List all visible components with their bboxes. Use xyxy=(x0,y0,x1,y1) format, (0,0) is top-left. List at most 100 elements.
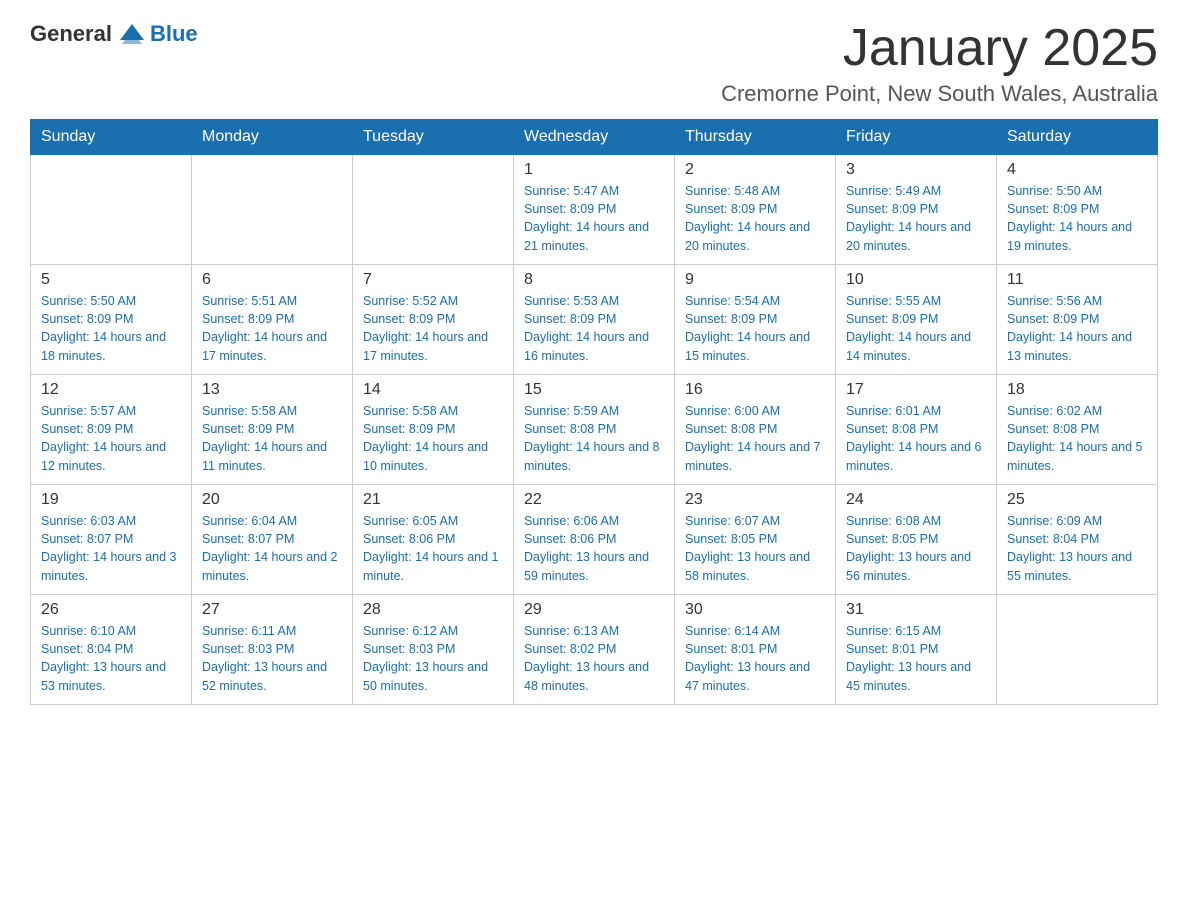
calendar-cell: 31 Sunrise: 6:15 AMSunset: 8:01 PMDayligh… xyxy=(836,595,997,705)
day-number: 7 xyxy=(363,271,503,289)
cell-daylight-info: Sunrise: 5:59 AMSunset: 8:08 PMDaylight:… xyxy=(524,402,664,475)
cell-daylight-info: Sunrise: 5:49 AMSunset: 8:09 PMDaylight:… xyxy=(846,182,986,255)
header-friday: Friday xyxy=(836,120,997,155)
cell-daylight-info: Sunrise: 6:02 AMSunset: 8:08 PMDaylight:… xyxy=(1007,402,1147,475)
day-number: 28 xyxy=(363,601,503,619)
header-wednesday: Wednesday xyxy=(514,120,675,155)
cell-daylight-info: Sunrise: 5:57 AMSunset: 8:09 PMDaylight:… xyxy=(41,402,181,475)
logo-general: General xyxy=(30,21,112,47)
cell-daylight-info: Sunrise: 6:04 AMSunset: 8:07 PMDaylight:… xyxy=(202,512,342,585)
calendar-cell: 20 Sunrise: 6:04 AMSunset: 8:07 PMDayligh… xyxy=(192,485,353,595)
cell-daylight-info: Sunrise: 6:11 AMSunset: 8:03 PMDaylight:… xyxy=(202,622,342,695)
day-number: 31 xyxy=(846,601,986,619)
day-number: 9 xyxy=(685,271,825,289)
header-saturday: Saturday xyxy=(997,120,1158,155)
day-number: 17 xyxy=(846,381,986,399)
calendar-cell: 23 Sunrise: 6:07 AMSunset: 8:05 PMDayligh… xyxy=(675,485,836,595)
day-number: 4 xyxy=(1007,161,1147,179)
day-number: 23 xyxy=(685,491,825,509)
week-row-3: 12 Sunrise: 5:57 AMSunset: 8:09 PMDayligh… xyxy=(31,375,1158,485)
calendar-cell: 11 Sunrise: 5:56 AMSunset: 8:09 PMDayligh… xyxy=(997,265,1158,375)
calendar-cell: 16 Sunrise: 6:00 AMSunset: 8:08 PMDayligh… xyxy=(675,375,836,485)
header-tuesday: Tuesday xyxy=(353,120,514,155)
logo: General Blue xyxy=(30,20,198,48)
calendar-cell: 28 Sunrise: 6:12 AMSunset: 8:03 PMDayligh… xyxy=(353,595,514,705)
calendar-subtitle: Cremorne Point, New South Wales, Austral… xyxy=(721,81,1158,107)
cell-daylight-info: Sunrise: 6:00 AMSunset: 8:08 PMDaylight:… xyxy=(685,402,825,475)
calendar-cell xyxy=(997,595,1158,705)
day-number: 16 xyxy=(685,381,825,399)
cell-daylight-info: Sunrise: 6:05 AMSunset: 8:06 PMDaylight:… xyxy=(363,512,503,585)
logo-icon xyxy=(118,20,146,48)
cell-daylight-info: Sunrise: 5:54 AMSunset: 8:09 PMDaylight:… xyxy=(685,292,825,365)
header-thursday: Thursday xyxy=(675,120,836,155)
day-number: 15 xyxy=(524,381,664,399)
calendar-cell: 27Sunrise: 6:11 AMSunset: 8:03 PMDayligh… xyxy=(192,595,353,705)
cell-daylight-info: Sunrise: 6:13 AMSunset: 8:02 PMDaylight:… xyxy=(524,622,664,695)
calendar-cell: 15 Sunrise: 5:59 AMSunset: 8:08 PMDayligh… xyxy=(514,375,675,485)
cell-daylight-info: Sunrise: 6:06 AMSunset: 8:06 PMDaylight:… xyxy=(524,512,664,585)
logo-blue: Blue xyxy=(150,21,198,47)
day-number: 8 xyxy=(524,271,664,289)
day-number: 11 xyxy=(1007,271,1147,289)
cell-daylight-info: Sunrise: 6:12 AMSunset: 8:03 PMDaylight:… xyxy=(363,622,503,695)
week-row-2: 5Sunrise: 5:50 AMSunset: 8:09 PMDaylight… xyxy=(31,265,1158,375)
cell-daylight-info: Sunrise: 6:10 AMSunset: 8:04 PMDaylight:… xyxy=(41,622,181,695)
day-number: 29 xyxy=(524,601,664,619)
calendar-cell: 25 Sunrise: 6:09 AMSunset: 8:04 PMDayligh… xyxy=(997,485,1158,595)
calendar-cell xyxy=(353,155,514,265)
cell-daylight-info: Sunrise: 5:58 AMSunset: 8:09 PMDaylight:… xyxy=(202,402,342,475)
calendar-cell: 30 Sunrise: 6:14 AMSunset: 8:01 PMDayligh… xyxy=(675,595,836,705)
cell-daylight-info: Sunrise: 6:09 AMSunset: 8:04 PMDaylight:… xyxy=(1007,512,1147,585)
page-header: General Blue January 2025 Cremorne Point… xyxy=(30,20,1158,107)
calendar-cell: 4Sunrise: 5:50 AMSunset: 8:09 PMDaylight… xyxy=(997,155,1158,265)
calendar-title: January 2025 xyxy=(721,20,1158,77)
calendar-cell: 22 Sunrise: 6:06 AMSunset: 8:06 PMDayligh… xyxy=(514,485,675,595)
cell-daylight-info: Sunrise: 5:47 AMSunset: 8:09 PMDaylight:… xyxy=(524,182,664,255)
header-row: SundayMondayTuesdayWednesdayThursdayFrid… xyxy=(31,120,1158,155)
cell-daylight-info: Sunrise: 6:01 AMSunset: 8:08 PMDaylight:… xyxy=(846,402,986,475)
day-number: 2 xyxy=(685,161,825,179)
cell-daylight-info: Sunrise: 6:08 AMSunset: 8:05 PMDaylight:… xyxy=(846,512,986,585)
day-number: 1 xyxy=(524,161,664,179)
day-number: 14 xyxy=(363,381,503,399)
week-row-4: 19Sunrise: 6:03 AMSunset: 8:07 PMDayligh… xyxy=(31,485,1158,595)
cell-daylight-info: Sunrise: 6:07 AMSunset: 8:05 PMDaylight:… xyxy=(685,512,825,585)
calendar-cell: 29 Sunrise: 6:13 AMSunset: 8:02 PMDayligh… xyxy=(514,595,675,705)
calendar-table: SundayMondayTuesdayWednesdayThursdayFrid… xyxy=(30,119,1158,705)
calendar-cell: 1 Sunrise: 5:47 AMSunset: 8:09 PMDaylight… xyxy=(514,155,675,265)
calendar-cell: 2Sunrise: 5:48 AMSunset: 8:09 PMDaylight… xyxy=(675,155,836,265)
cell-daylight-info: Sunrise: 5:51 AMSunset: 8:09 PMDaylight:… xyxy=(202,292,342,365)
calendar-cell: 10 Sunrise: 5:55 AMSunset: 8:09 PMDayligh… xyxy=(836,265,997,375)
cell-daylight-info: Sunrise: 6:15 AMSunset: 8:01 PMDaylight:… xyxy=(846,622,986,695)
calendar-cell: 24 Sunrise: 6:08 AMSunset: 8:05 PMDayligh… xyxy=(836,485,997,595)
day-number: 24 xyxy=(846,491,986,509)
calendar-cell: 8 Sunrise: 5:53 AMSunset: 8:09 PMDaylight… xyxy=(514,265,675,375)
day-number: 13 xyxy=(202,381,342,399)
calendar-cell: 12 Sunrise: 5:57 AMSunset: 8:09 PMDayligh… xyxy=(31,375,192,485)
calendar-cell: 21Sunrise: 6:05 AMSunset: 8:06 PMDayligh… xyxy=(353,485,514,595)
calendar-cell: 19Sunrise: 6:03 AMSunset: 8:07 PMDayligh… xyxy=(31,485,192,595)
calendar-cell: 5Sunrise: 5:50 AMSunset: 8:09 PMDaylight… xyxy=(31,265,192,375)
cell-daylight-info: Sunrise: 6:14 AMSunset: 8:01 PMDaylight:… xyxy=(685,622,825,695)
day-number: 22 xyxy=(524,491,664,509)
day-number: 26 xyxy=(41,601,181,619)
calendar-cell xyxy=(31,155,192,265)
header-sunday: Sunday xyxy=(31,120,192,155)
cell-daylight-info: Sunrise: 5:53 AMSunset: 8:09 PMDaylight:… xyxy=(524,292,664,365)
cell-daylight-info: Sunrise: 5:55 AMSunset: 8:09 PMDaylight:… xyxy=(846,292,986,365)
calendar-cell xyxy=(192,155,353,265)
day-number: 10 xyxy=(846,271,986,289)
day-number: 30 xyxy=(685,601,825,619)
cell-daylight-info: Sunrise: 6:03 AMSunset: 8:07 PMDaylight:… xyxy=(41,512,181,585)
cell-daylight-info: Sunrise: 5:56 AMSunset: 8:09 PMDaylight:… xyxy=(1007,292,1147,365)
calendar-cell: 7Sunrise: 5:52 AMSunset: 8:09 PMDaylight… xyxy=(353,265,514,375)
calendar-cell: 13 Sunrise: 5:58 AMSunset: 8:09 PMDayligh… xyxy=(192,375,353,485)
day-number: 3 xyxy=(846,161,986,179)
calendar-cell: 17 Sunrise: 6:01 AMSunset: 8:08 PMDayligh… xyxy=(836,375,997,485)
day-number: 20 xyxy=(202,491,342,509)
day-number: 25 xyxy=(1007,491,1147,509)
day-number: 12 xyxy=(41,381,181,399)
day-number: 6 xyxy=(202,271,342,289)
week-row-5: 26 Sunrise: 6:10 AMSunset: 8:04 PMDayligh… xyxy=(31,595,1158,705)
